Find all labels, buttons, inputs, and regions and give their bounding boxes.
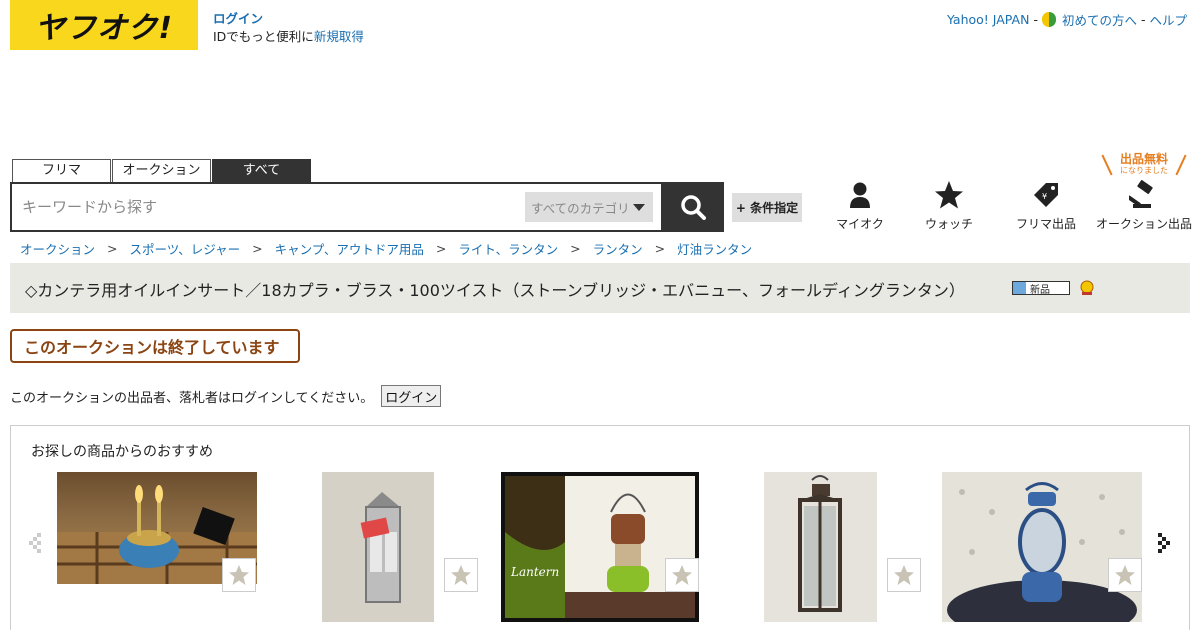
- login-link[interactable]: ログイン: [213, 10, 364, 28]
- watch-star-button[interactable]: [444, 558, 478, 592]
- nav-sep: -: [1140, 12, 1146, 27]
- tab-flea[interactable]: フリマ: [12, 159, 111, 182]
- star-icon: [451, 565, 471, 585]
- nav-sep: -: [1033, 12, 1038, 27]
- blue-lantern-image: [942, 472, 1142, 622]
- breadcrumb-sep: >: [570, 241, 581, 256]
- star-icon: [229, 565, 249, 585]
- top-nav: Yahoo! JAPAN - 初めての方へ - ヘルプ: [947, 10, 1187, 29]
- category-select-label: すべてのカテゴリ: [531, 200, 630, 216]
- item-title: ◇カンテラ用オイルインサート／18カプラ・ブラス・100ツイスト（ストーンブリッ…: [25, 281, 965, 300]
- watch-star-button[interactable]: [887, 558, 921, 592]
- svg-text:Lantern: Lantern: [510, 565, 559, 579]
- breadcrumb-link[interactable]: オークション: [20, 239, 95, 258]
- search-tabs: フリマ オークション すべて: [12, 159, 312, 182]
- tab-all[interactable]: すべて: [212, 159, 311, 182]
- login-button[interactable]: ログイン: [381, 385, 442, 407]
- login-box: ログイン IDでもっと便利に新規取得: [213, 10, 364, 46]
- star-icon: [935, 181, 963, 209]
- tab-auction[interactable]: オークション: [112, 159, 211, 182]
- breadcrumb: オークション > スポーツ、レジャー > キャンプ、アウトドア用品 > ライト、…: [20, 239, 752, 258]
- free-badge-sub: になりました: [1120, 166, 1168, 175]
- person-icon: [850, 182, 870, 208]
- breadcrumb-sep: >: [252, 241, 263, 256]
- breadcrumb-link[interactable]: ランタン: [593, 239, 643, 258]
- breadcrumb-sep: >: [435, 241, 447, 256]
- help-link[interactable]: ヘルプ: [1149, 10, 1187, 29]
- beginners-link[interactable]: 初めての方へ: [1062, 10, 1137, 29]
- new-badge-icon: [1013, 282, 1026, 294]
- recommendation-panel: お探しの商品からのおすすめ Lantern: [10, 425, 1190, 630]
- yahuoku-logo[interactable]: ヤフオク!: [10, 0, 198, 50]
- free-badge-main: 出品無料: [1119, 152, 1168, 166]
- breadcrumb-sep: >: [107, 241, 118, 256]
- login-hint: IDでもっと便利に新規取得: [213, 29, 364, 44]
- star-icon: [894, 565, 914, 585]
- myauc-button[interactable]: マイオク: [812, 180, 908, 232]
- breadcrumb-sep: >: [654, 241, 666, 256]
- flea-sell-label: フリマ出品: [1015, 217, 1076, 231]
- seller-seal-icon: [1080, 280, 1094, 295]
- register-link[interactable]: 新規取得: [314, 29, 364, 44]
- auction-sell-button[interactable]: オークション出品: [1096, 180, 1192, 232]
- category-select[interactable]: すべてのカテゴリ: [525, 192, 653, 222]
- recommendation-heading: お探しの商品からのおすすめ: [31, 444, 213, 460]
- product-image[interactable]: [764, 472, 877, 622]
- new-item-badge: 新品: [1012, 281, 1070, 296]
- product-image[interactable]: [942, 472, 1142, 622]
- item-title-bar: ◇カンテラ用オイルインサート／18カプラ・ブラス・100ツイスト（ストーンブリッ…: [10, 263, 1190, 313]
- login-note-text: このオークションの出品者、落札者はログインしてください。: [10, 390, 374, 406]
- breadcrumb-link[interactable]: キャンプ、アウトドア用品: [275, 239, 424, 258]
- search-button[interactable]: [662, 182, 724, 232]
- beginner-mark-icon: [1041, 12, 1056, 27]
- breadcrumb-link[interactable]: スポーツ、レジャー: [130, 239, 241, 258]
- conditions-button[interactable]: + 条件指定: [732, 193, 802, 222]
- carousel-prev-icon[interactable]: [27, 531, 45, 559]
- svg-text:¥: ¥: [1042, 192, 1047, 201]
- watch-button[interactable]: ウォッチ: [901, 180, 997, 232]
- search-input[interactable]: [22, 194, 502, 220]
- breadcrumb-link[interactable]: ライト、ランタン: [458, 239, 558, 258]
- auction-ended-notice: このオークションは終了しています: [10, 329, 300, 363]
- watch-star-button[interactable]: [665, 558, 699, 592]
- search-bar: すべてのカテゴリ: [10, 182, 663, 232]
- chevron-down-icon: [633, 204, 645, 211]
- search-icon: [681, 195, 706, 220]
- auction-sell-label: オークション出品: [1096, 217, 1193, 231]
- logo-text: ヤフオク!: [34, 11, 174, 46]
- price-tag-icon: ¥: [1034, 183, 1058, 207]
- iron-lantern-image: [764, 472, 877, 622]
- flea-sell-button[interactable]: ¥ フリマ出品: [998, 180, 1094, 232]
- login-hint-text: IDでもっと便利に: [213, 29, 314, 44]
- watch-star-button[interactable]: [222, 558, 256, 592]
- product-image[interactable]: Lantern: [501, 472, 699, 622]
- star-icon: [1115, 565, 1135, 585]
- login-note: このオークションの出品者、落札者はログインしてください。 ログイン: [10, 385, 442, 407]
- carousel-next-icon[interactable]: [1156, 531, 1174, 559]
- watch-label: ウォッチ: [924, 217, 973, 231]
- new-badge-text: 新品: [1030, 284, 1050, 296]
- lantern-image: [322, 472, 434, 622]
- watch-star-button[interactable]: [1108, 558, 1142, 592]
- green-lantern-image: Lantern: [505, 476, 695, 618]
- free-listing-badge: 出品無料 になりました: [1102, 152, 1186, 178]
- product-image[interactable]: [322, 472, 434, 622]
- gavel-icon: [1129, 180, 1153, 208]
- myauc-label: マイオク: [836, 217, 884, 231]
- breadcrumb-link[interactable]: 灯油ランタン: [677, 239, 752, 258]
- yahoo-japan-link[interactable]: Yahoo! JAPAN: [947, 12, 1029, 27]
- star-icon: [672, 565, 692, 585]
